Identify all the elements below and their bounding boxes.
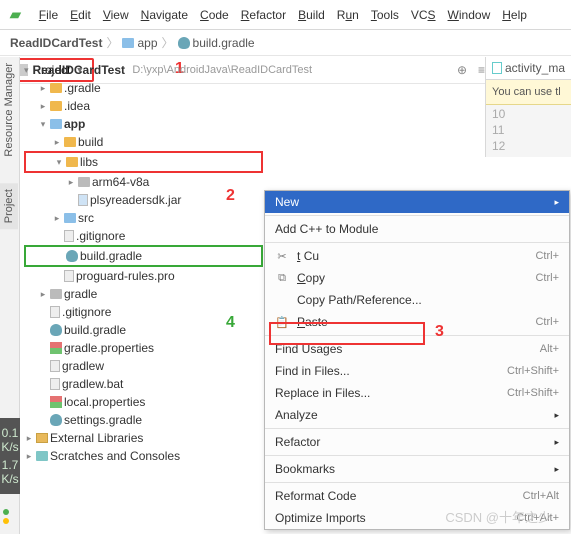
cm-paste[interactable]: 📋PasteCtrl+ (265, 311, 569, 333)
cm-find-usages[interactable]: Find UsagesAlt+ (265, 338, 569, 360)
cm-find-files[interactable]: Find in Files...Ctrl+Shift+ (265, 360, 569, 382)
menu-code[interactable]: Code (196, 6, 233, 24)
menu-build[interactable]: Build (294, 6, 329, 24)
editor-gutter: 101112 (486, 105, 571, 157)
tab-resource-manager[interactable]: Resource Manager (0, 57, 18, 163)
menu-file[interactable]: FFileile (35, 6, 62, 24)
app-logo: ▰ (6, 4, 25, 25)
copy-icon: ⧉ (275, 271, 289, 285)
locate-icon[interactable]: ⊕ (457, 63, 467, 77)
cm-copypath[interactable]: Copy Path/Reference... (265, 289, 569, 311)
menu-run[interactable]: Run (333, 6, 363, 24)
menu-refactor[interactable]: Refactor (237, 6, 290, 24)
tree-node-libs: libs (24, 151, 263, 173)
project-tree[interactable]: ReadIDCardTest D:\yxp\AndroidJava\ReadID… (20, 57, 265, 469)
editor-panel: activity_ma You can use tl 101112 (485, 57, 571, 157)
cm-optimize[interactable]: Optimize ImportsCtrl+Alt+ (265, 507, 569, 529)
cm-analyze[interactable]: Analyze▸ (265, 404, 569, 426)
menu-tools[interactable]: Tools (367, 6, 403, 24)
annotation-2: 2 (226, 187, 235, 205)
editor-tab[interactable]: activity_ma (486, 57, 571, 80)
menu-vcs[interactable]: VCS (407, 6, 440, 24)
cm-add-cpp[interactable]: Add C++ to Module (265, 218, 569, 240)
annotation-4: 4 (226, 314, 235, 332)
cm-reformat[interactable]: Reformat CodeCtrl+Alt (265, 485, 569, 507)
net-stats: 0.1K/s1.7K/s (0, 418, 20, 494)
cm-cut[interactable]: ✂t CutCuCtrl+ (265, 245, 569, 267)
cm-new[interactable]: New▸ (265, 191, 569, 213)
tab-project[interactable]: Project (0, 183, 18, 229)
expand-icon[interactable]: ≡ (478, 63, 485, 77)
left-tool-stripe: Resource Manager Project 0.1K/s1.7K/s (0, 57, 20, 534)
menu-edit[interactable]: Edit (66, 6, 95, 24)
menu-bar: ▰ FFileile Edit View Navigate Code Refac… (0, 0, 571, 30)
menu-window[interactable]: Window (444, 6, 495, 24)
breadcrumb-root[interactable]: ReadIDCardTest (10, 36, 102, 50)
clipboard-icon: 📋 (275, 315, 289, 329)
breadcrumb-file[interactable]: build.gradle (178, 36, 255, 50)
tree-node-build-gradle: build.gradle (24, 245, 263, 267)
editor-hint: You can use tl (486, 80, 571, 105)
breadcrumb: ReadIDCardTest 〉 app 〉 build.gradle (0, 30, 571, 56)
breadcrumb-app[interactable]: app (122, 36, 157, 50)
cm-replace[interactable]: Replace in Files...Ctrl+Shift+ (265, 382, 569, 404)
scissors-icon: ✂ (275, 249, 289, 263)
menu-help[interactable]: Help (498, 6, 531, 24)
menu-view[interactable]: View (99, 6, 133, 24)
context-menu: New▸ Add C++ to Module ✂t CutCuCtrl+ ⧉Co… (264, 190, 570, 530)
annotation-3: 3 (435, 323, 444, 341)
menu-navigate[interactable]: Navigate (137, 6, 192, 24)
cm-copy[interactable]: ⧉CopyCtrl+ (265, 267, 569, 289)
cm-refactor[interactable]: Refactor▸ (265, 431, 569, 453)
cm-bookmarks[interactable]: Bookmarks▸ (265, 458, 569, 480)
